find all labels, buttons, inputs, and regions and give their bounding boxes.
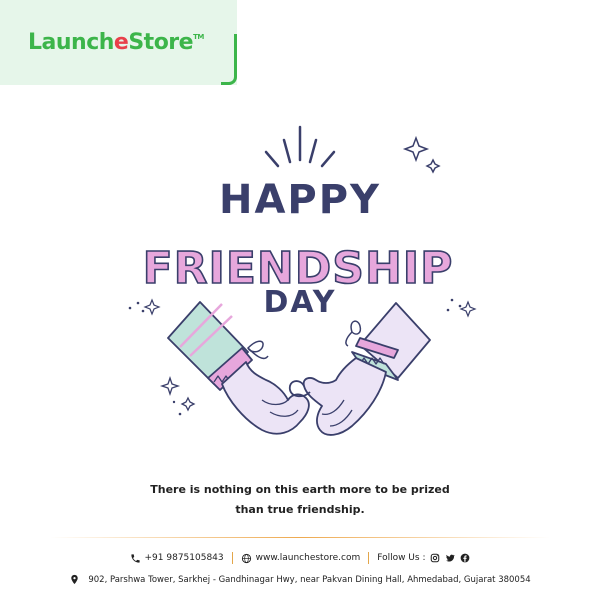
phone-icon [130, 553, 140, 563]
globe-icon [241, 553, 251, 563]
twitter-icon[interactable] [445, 553, 456, 563]
separator [368, 552, 370, 564]
footer-divider [50, 537, 550, 538]
contact-row: +91 9875105843 www.launchestore.com Foll… [0, 552, 600, 564]
string-bow-left [247, 340, 269, 360]
phone-number[interactable]: +91 9875105843 [145, 553, 224, 563]
address-row: 902, Parshwa Tower, Sarkhej - Gandhinaga… [0, 574, 600, 585]
instagram-icon[interactable] [430, 553, 440, 563]
sparkle-dots-left [128, 298, 161, 316]
follow-us-label: Follow Us : [377, 553, 426, 563]
headline-day: DAY [264, 285, 337, 320]
headline-happy: HAPPY [219, 177, 381, 223]
location-pin-icon [71, 574, 79, 585]
sparkle-dots-right [446, 298, 477, 318]
separator [231, 552, 233, 564]
quote-line-2: than true friendship. [235, 503, 365, 516]
address-text: 902, Parshwa Tower, Sarkhej - Gandhinaga… [88, 574, 531, 585]
website-link[interactable]: www.launchestore.com [256, 553, 361, 563]
right-hand [302, 357, 387, 436]
quote-line-1: There is nothing on this earth more to b… [150, 483, 450, 496]
sunburst-rays [264, 125, 336, 168]
friendship-quote: There is nothing on this earth more to b… [150, 480, 450, 520]
friendship-illustration: HAPPY FRIENDSHIP DAY [128, 125, 477, 436]
sparkle-icon [159, 375, 196, 412]
left-hand [221, 361, 310, 435]
facebook-icon[interactable] [460, 553, 470, 563]
sparkle-icon [402, 135, 441, 174]
